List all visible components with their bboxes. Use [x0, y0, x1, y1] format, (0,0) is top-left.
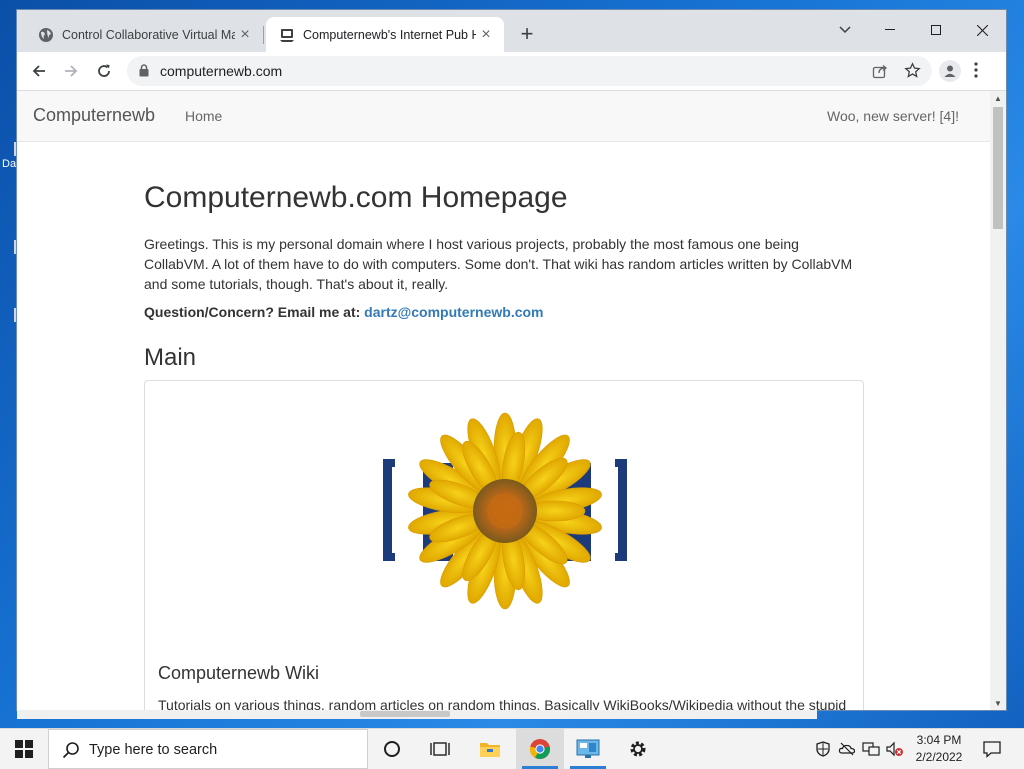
chrome-icon [529, 739, 551, 760]
maximize-icon [931, 25, 941, 35]
card-title[interactable]: Computernewb Wiki [158, 663, 319, 684]
search-icon [62, 742, 79, 759]
windows-logo-icon [15, 740, 33, 758]
desktop-icon-label[interactable]: Da [2, 158, 16, 170]
volume-muted-icon[interactable] [886, 741, 904, 757]
scroll-up-icon[interactable]: ▲ [994, 94, 1002, 103]
tab-title: Computernewb's Internet Pub H [303, 27, 476, 42]
tab-search-button[interactable] [823, 16, 867, 44]
section-title: Main [144, 344, 197, 371]
page-title: Computernewb.com Homepage [144, 181, 568, 214]
globe-icon [39, 27, 53, 42]
browser-toolbar: computernewb.com [17, 52, 1006, 91]
star-icon[interactable] [904, 62, 921, 79]
reload-icon [98, 64, 110, 77]
avatar-icon [944, 65, 956, 77]
page-viewport: Computernewb Home Woo, new server! [4]! … [17, 91, 990, 710]
task-view-icon [430, 742, 450, 756]
share-icon[interactable] [872, 63, 888, 79]
minimize-button[interactable] [868, 16, 912, 44]
close-icon [976, 24, 988, 36]
file-explorer-icon [480, 743, 500, 757]
site-brand-link[interactable]: Computernewb [33, 105, 155, 126]
arrow-right-icon [65, 65, 78, 77]
kebab-menu-icon[interactable] [974, 62, 978, 78]
cortana-icon [384, 741, 400, 757]
browser-window: Control Collaborative Virtual Ma × Compu… [17, 10, 1006, 710]
contact-email-link[interactable]: dartz@computernewb.com [364, 304, 543, 320]
arrow-left-icon [32, 65, 45, 77]
minimize-icon [885, 29, 895, 30]
scroll-down-icon[interactable]: ▼ [994, 699, 1002, 708]
remote-desktop-icon [576, 739, 600, 758]
onedrive-offline-icon[interactable] [838, 741, 856, 757]
search-placeholder: Type here to search [89, 742, 218, 758]
settings-icon [630, 741, 646, 757]
taskbar-clock[interactable]: 3:04 PM 2/2/2022 [908, 732, 970, 766]
cortana-button[interactable] [368, 729, 416, 769]
intro-paragraph: Greetings. This is my personal domain wh… [144, 236, 853, 292]
address-bar[interactable]: computernewb.com [127, 56, 932, 86]
tab-close-icon[interactable]: × [476, 26, 496, 44]
new-tab-button[interactable]: + [515, 23, 539, 47]
wiki-sunflower-logo[interactable] [375, 411, 635, 621]
contact-line: Question/Concern? Email me at: dartz@com… [144, 304, 544, 320]
network-icon[interactable] [862, 741, 880, 757]
page-scrollbar[interactable]: ▲ ▼ [990, 91, 1006, 710]
lock-icon[interactable] [139, 64, 149, 77]
profile-button[interactable] [939, 60, 961, 82]
taskbar: Type here to search 3:04 PM 2/2/2022 [0, 728, 1024, 769]
wiki-card: Computernewb Wiki Tutorials on various t… [144, 380, 864, 710]
clock-time: 3:04 PM [916, 733, 962, 747]
taskbar-search-box[interactable]: Type here to search [48, 729, 368, 769]
site-navbar: Computernewb Home Woo, new server! [4]! [17, 91, 990, 142]
chrome-taskbar-button[interactable] [516, 729, 564, 769]
scrollbar-thumb[interactable] [993, 107, 1003, 229]
notification-icon [983, 741, 1001, 758]
tab-close-icon[interactable]: × [235, 26, 255, 44]
tab-collabvm[interactable]: Control Collaborative Virtual Ma × [25, 17, 263, 52]
forward-button[interactable] [58, 58, 84, 84]
maximize-button[interactable] [914, 16, 958, 44]
action-center-button[interactable] [976, 729, 1008, 769]
tab-computernewb[interactable]: Computernewb's Internet Pub H × [266, 17, 504, 52]
close-window-button[interactable] [960, 16, 1004, 44]
defender-shield-icon[interactable] [814, 741, 832, 757]
remote-desktop-button[interactable] [564, 729, 612, 769]
chevron-down-icon [839, 26, 851, 34]
card-description: Tutorials on various things, random arti… [158, 697, 847, 710]
computernewb-favicon [280, 28, 294, 42]
reload-button[interactable] [91, 58, 117, 84]
file-explorer-button[interactable] [466, 729, 514, 769]
clock-date: 2/2/2022 [915, 750, 963, 764]
task-view-button[interactable] [416, 729, 464, 769]
tab-strip: Control Collaborative Virtual Ma × Compu… [17, 10, 1006, 52]
tab-separator [263, 26, 264, 44]
back-button[interactable] [26, 58, 52, 84]
horizontal-scrollbar[interactable] [17, 710, 817, 719]
start-button[interactable] [0, 729, 48, 769]
contact-label: Question/Concern? Email me at: [144, 304, 361, 320]
nav-home-link[interactable]: Home [185, 108, 222, 124]
horizontal-scrollbar-thumb[interactable] [360, 711, 450, 717]
navbar-announcement: Woo, new server! [4]! [826, 108, 959, 124]
tab-title: Control Collaborative Virtual Ma [62, 27, 235, 42]
settings-button[interactable] [614, 729, 662, 769]
url-text[interactable]: computernewb.com [160, 63, 282, 79]
